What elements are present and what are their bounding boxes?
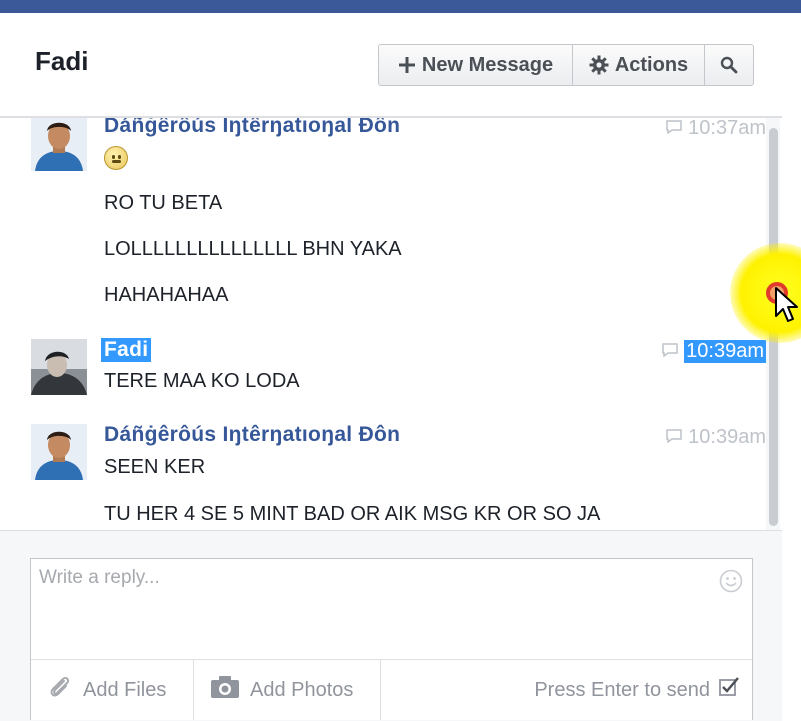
sender-name-link[interactable]: Dáñġêrôús Iŋtêrŋatıoŋal Ðôn	[104, 423, 400, 447]
search-icon	[720, 56, 738, 74]
timestamp-text: 10:39am	[688, 426, 766, 448]
mouse-pointer-icon	[774, 286, 798, 331]
speech-bubble-icon	[666, 118, 682, 140]
header-toolbar: New Message Actions	[378, 44, 754, 86]
avatar[interactable]	[31, 339, 87, 395]
actions-label: Actions	[614, 53, 689, 76]
conversation-title: Fadi	[35, 46, 89, 76]
search-button[interactable]	[705, 45, 753, 85]
message-timestamp: 10:37am	[666, 118, 766, 140]
smiley-face-icon	[104, 146, 128, 170]
top-bar	[0, 0, 801, 13]
press-enter-label: Press Enter to send	[534, 678, 710, 701]
reply-composer: Add Files Add Photos Press Enter to send	[30, 558, 753, 720]
message-text: TERE MAA KO LODA	[104, 370, 300, 392]
add-files-button[interactable]: Add Files	[31, 660, 194, 720]
message-timestamp: 10:39am	[666, 426, 766, 449]
plus-icon	[398, 56, 416, 74]
sender-name-link[interactable]: Dáñġêrôús Iŋtêrŋatıoŋal Ðôn	[104, 118, 400, 138]
speech-bubble-icon	[662, 340, 678, 363]
message-timestamp: 10:39am	[662, 340, 766, 363]
camera-icon	[210, 675, 240, 705]
checkbox-icon[interactable]	[718, 676, 740, 704]
message-text: RO TU BETA	[104, 192, 223, 214]
paperclip-icon	[47, 674, 73, 706]
timestamp-text: 10:39am	[684, 340, 766, 363]
actions-button[interactable]: Actions	[573, 45, 705, 85]
speech-bubble-icon	[666, 426, 682, 449]
smiley-face-icon[interactable]	[719, 569, 743, 598]
add-files-label: Add Files	[83, 678, 167, 701]
message-text: HAHAHAHAA	[104, 284, 229, 306]
timestamp-text: 10:37am	[688, 118, 766, 139]
message-text: TU HER 4 SE 5 MINT BAD OR AIK MSG KR OR …	[104, 503, 601, 525]
add-photos-button[interactable]: Add Photos	[194, 660, 381, 720]
composer-toolbar: Add Files Add Photos Press Enter to send	[31, 659, 752, 720]
avatar[interactable]	[31, 118, 87, 171]
reply-input[interactable]	[39, 567, 699, 647]
new-message-label: New Message	[421, 53, 554, 76]
message-thread[interactable]: Dáñġêrôús Iŋtêrŋatıoŋal Ðôn 10:37am RO T…	[0, 118, 782, 530]
sender-name-link[interactable]: Fadi	[101, 338, 152, 362]
new-message-button[interactable]: New Message	[379, 45, 573, 85]
message-text: SEEN KER	[104, 456, 206, 478]
gear-icon	[589, 55, 609, 75]
press-enter-toggle[interactable]: Press Enter to send	[534, 660, 740, 720]
avatar[interactable]	[31, 424, 87, 480]
add-photos-label: Add Photos	[250, 678, 354, 701]
message-text: LOLLLLLLLLLLLLLLL BHN YAKA	[104, 238, 402, 260]
